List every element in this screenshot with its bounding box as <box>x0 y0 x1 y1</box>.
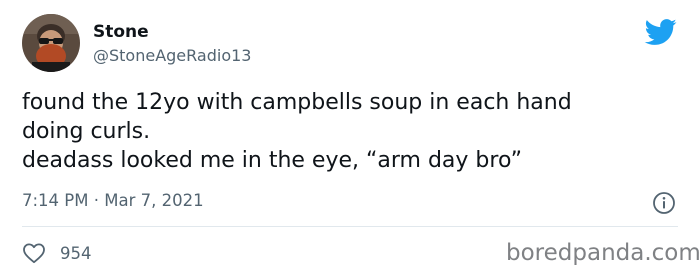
like-count: 954 <box>60 244 92 263</box>
tweet-card: Stone @StoneAgeRadio13 found the 12yo wi… <box>0 0 700 280</box>
display-name[interactable]: Stone <box>93 22 149 42</box>
info-icon[interactable] <box>652 191 676 215</box>
user-handle[interactable]: @StoneAgeRadio13 <box>93 46 251 65</box>
tweet-line: deadass looked me in the eye, “arm day b… <box>22 148 523 173</box>
tweet-line: found the 12yo with campbells soup in ea… <box>22 90 572 115</box>
tweet-line: doing curls. <box>22 119 151 144</box>
watermark: boredpanda.com <box>506 240 700 266</box>
tweet-text: found the 12yo with campbells soup in ea… <box>22 88 682 175</box>
avatar-image <box>22 14 80 72</box>
avatar[interactable] <box>22 14 80 72</box>
tweet-timestamp[interactable]: 7:14 PM · Mar 7, 2021 <box>22 191 204 210</box>
twitter-bird-icon[interactable] <box>642 16 680 48</box>
heart-icon[interactable] <box>22 242 46 264</box>
divider <box>22 226 678 227</box>
